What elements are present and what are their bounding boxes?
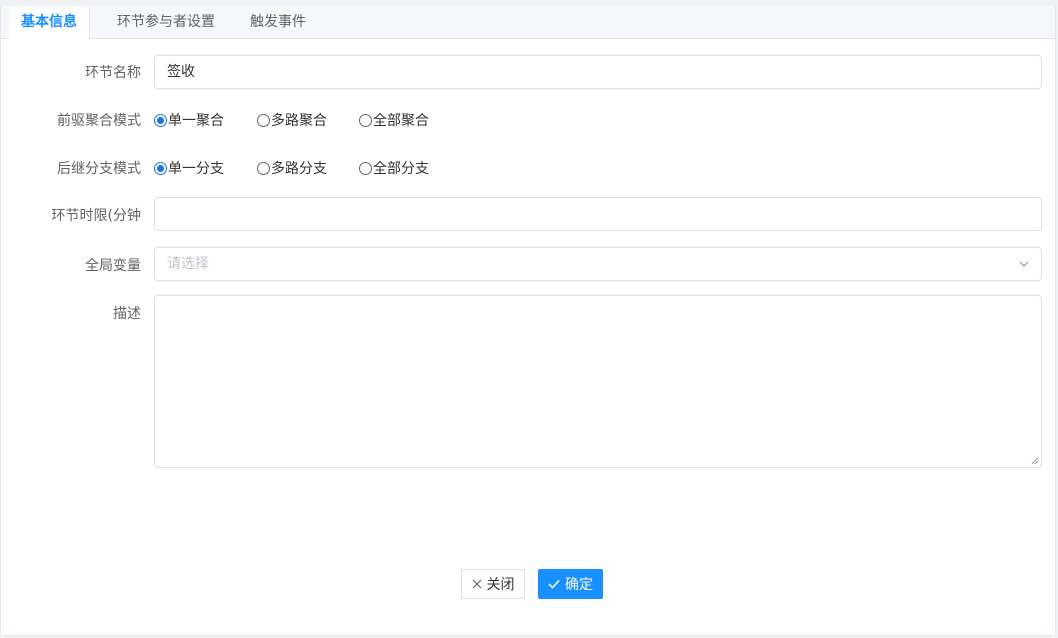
tab-participant-settings[interactable]: 环节参与者设置	[105, 6, 227, 39]
name-input[interactable]: 签收	[154, 55, 1042, 89]
pre-mode-radio-all[interactable]: 全部聚合	[359, 110, 429, 130]
post-mode-radio-multi[interactable]: 多路分支	[257, 158, 327, 178]
confirm-button[interactable]: 确定	[538, 569, 603, 599]
radio-checked-icon	[154, 161, 167, 175]
radio-unchecked-icon	[257, 161, 270, 175]
close-icon	[472, 579, 481, 589]
confirm-button-label: 确定	[565, 577, 593, 593]
post-mode-label: 后继分支模式	[57, 161, 141, 177]
description-textarea[interactable]	[154, 295, 1042, 468]
tab-bar: 基本信息 环节参与者设置 触发事件	[1, 6, 1055, 40]
time-limit-label: 环节时限(分钟	[51, 208, 141, 224]
pre-mode-radio-multi[interactable]: 多路聚合	[257, 110, 327, 130]
pre-mode-radio-single[interactable]: 单一聚合	[154, 110, 224, 130]
close-button[interactable]: 关闭	[461, 569, 525, 599]
check-icon	[548, 579, 560, 589]
post-mode-radio-single[interactable]: 单一分支	[154, 158, 224, 178]
pre-mode-label: 前驱聚合模式	[57, 113, 141, 129]
radio-label: 全部分支	[373, 161, 429, 177]
radio-unchecked-icon	[359, 161, 372, 175]
description-label: 描述	[113, 306, 141, 322]
radio-label: 单一分支	[168, 161, 224, 177]
dialog-frame: 基本信息 环节参与者设置 触发事件 环节名称 签收 前驱聚合模式 单一聚合 多路…	[0, 6, 1056, 636]
name-label: 环节名称	[85, 65, 141, 81]
radio-label: 多路聚合	[271, 113, 327, 129]
chevron-down-icon	[1019, 261, 1029, 267]
radio-label: 全部聚合	[373, 113, 429, 129]
radio-label: 多路分支	[271, 161, 327, 177]
global-var-placeholder: 请选择	[167, 256, 209, 272]
close-button-label: 关闭	[486, 577, 515, 593]
radio-unchecked-icon	[359, 113, 372, 127]
tab-basic-info[interactable]: 基本信息	[9, 6, 90, 40]
tab-trigger-events[interactable]: 触发事件	[238, 6, 318, 39]
time-limit-input[interactable]	[154, 197, 1042, 231]
global-var-label: 全局变量	[85, 258, 141, 274]
resize-grip-icon[interactable]	[1031, 457, 1039, 465]
radio-checked-icon	[154, 113, 167, 127]
global-var-select[interactable]: 请选择	[154, 247, 1042, 281]
radio-label: 单一聚合	[168, 113, 224, 129]
radio-unchecked-icon	[257, 113, 270, 127]
post-mode-radio-all[interactable]: 全部分支	[359, 158, 429, 178]
